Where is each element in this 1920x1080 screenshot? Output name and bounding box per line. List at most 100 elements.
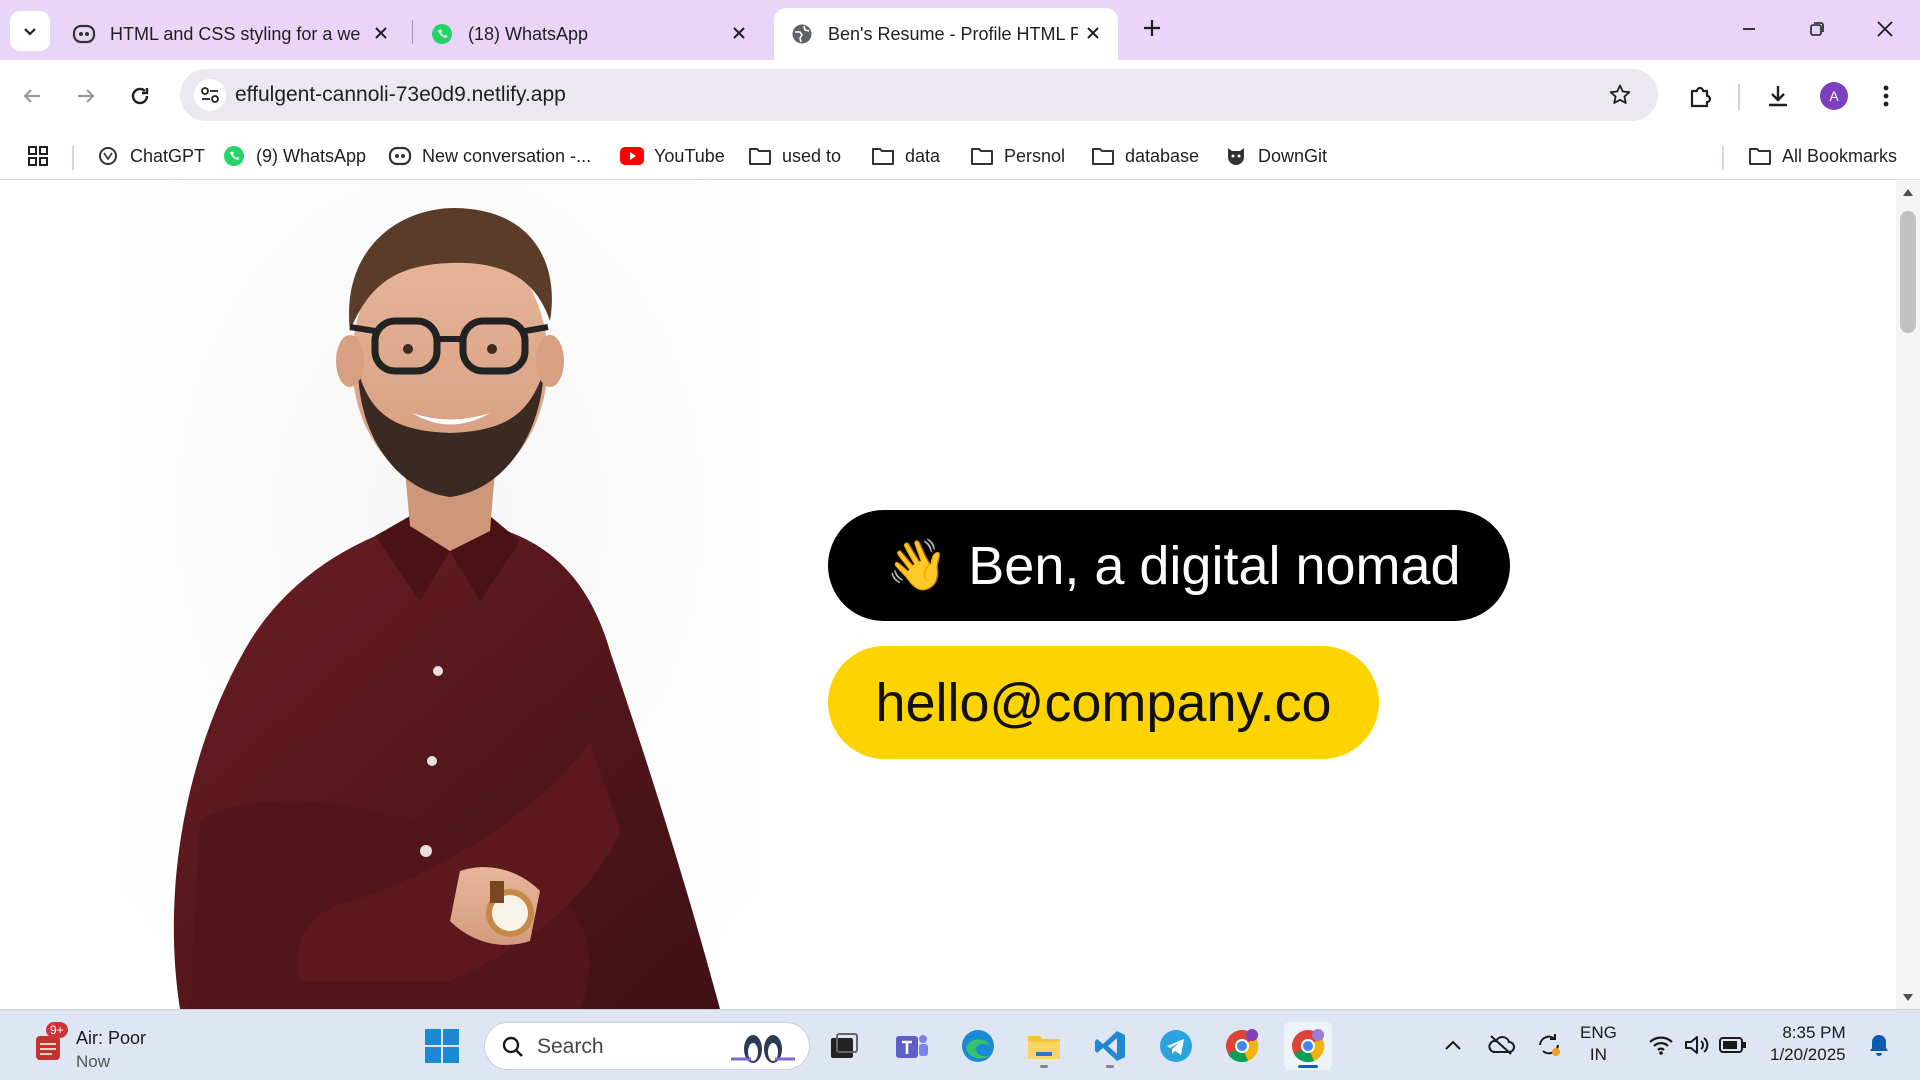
tab-search-button[interactable] bbox=[10, 11, 50, 51]
page-scrollbar[interactable] bbox=[1896, 181, 1920, 1009]
bookmark-new-conversation[interactable]: New conversation -... bbox=[388, 140, 591, 172]
start-button[interactable] bbox=[418, 1022, 466, 1070]
all-bookmarks-button[interactable]: All Bookmarks bbox=[1748, 140, 1897, 172]
folder-icon bbox=[871, 144, 895, 168]
scroll-down-arrow-icon[interactable] bbox=[1902, 993, 1914, 1003]
notifications-button[interactable] bbox=[1864, 1030, 1894, 1060]
puzzle-icon bbox=[1690, 86, 1712, 108]
bookmarks-separator bbox=[1722, 146, 1724, 170]
chevron-up-icon bbox=[1445, 1040, 1461, 1050]
task-view-button[interactable] bbox=[820, 1022, 868, 1070]
bookmark-label: All Bookmarks bbox=[1782, 145, 1898, 166]
close-window-button[interactable] bbox=[1870, 14, 1900, 44]
intro-pill: 👋 Ben, a digital nomad bbox=[828, 510, 1510, 621]
close-icon bbox=[1877, 21, 1893, 37]
scroll-thumb[interactable] bbox=[1900, 211, 1916, 333]
bookmarks-bar: ChatGPT (9) WhatsApp New conversation -.… bbox=[0, 132, 1920, 180]
new-tab-button[interactable] bbox=[1138, 14, 1166, 42]
windows-logo-icon bbox=[425, 1029, 459, 1063]
star-icon bbox=[1609, 84, 1631, 104]
battery-icon bbox=[1719, 1037, 1746, 1053]
download-icon bbox=[1769, 86, 1787, 107]
profile-avatar[interactable]: A bbox=[1820, 82, 1848, 110]
onedrive-tray[interactable] bbox=[1486, 1030, 1516, 1060]
bookmark-youtube[interactable]: YouTube bbox=[620, 140, 725, 172]
whatsapp-icon bbox=[222, 144, 246, 168]
bookmark-star-button[interactable] bbox=[1606, 81, 1634, 109]
plus-icon bbox=[1144, 20, 1160, 36]
bookmark-label: ChatGPT bbox=[130, 145, 206, 166]
minimize-icon bbox=[1743, 28, 1755, 30]
chrome-profile-app[interactable] bbox=[1218, 1022, 1266, 1070]
tab-whatsapp[interactable]: (18) WhatsApp bbox=[414, 8, 764, 60]
email-text[interactable]: hello@company.co bbox=[875, 672, 1331, 734]
back-button[interactable] bbox=[12, 76, 52, 116]
language-region: IN bbox=[1589, 1045, 1607, 1064]
address-bar[interactable]: effulgent-cannoli-73e0d9.netlify.app bbox=[180, 69, 1658, 121]
forward-button[interactable] bbox=[66, 76, 106, 116]
wifi-tray[interactable] bbox=[1646, 1030, 1676, 1060]
bookmark-folder-used-to[interactable]: used to bbox=[748, 140, 841, 172]
minimize-button[interactable] bbox=[1734, 14, 1764, 44]
browser-menu-button[interactable] bbox=[1866, 76, 1906, 116]
reload-button[interactable] bbox=[120, 76, 160, 116]
tab-html-css[interactable]: HTML and CSS styling for a web bbox=[56, 8, 406, 60]
youtube-icon bbox=[620, 144, 644, 168]
bookmark-label: DownGit bbox=[1258, 145, 1328, 166]
bookmark-folder-data[interactable]: data bbox=[871, 140, 940, 172]
weather-widget[interactable]: 9+ Air: Poor Now bbox=[28, 1020, 168, 1072]
penguins-highlight-icon bbox=[731, 1035, 795, 1063]
apps-grid-icon bbox=[26, 144, 50, 168]
sync-tray[interactable] bbox=[1534, 1030, 1564, 1060]
close-icon[interactable] bbox=[1082, 22, 1104, 44]
restore-button[interactable] bbox=[1802, 14, 1832, 44]
downloads-button[interactable] bbox=[1758, 76, 1798, 116]
taskbar-search[interactable]: Search bbox=[484, 1022, 810, 1070]
apps-button[interactable] bbox=[26, 140, 60, 172]
language-code: ENG bbox=[1580, 1023, 1617, 1042]
bookmark-chatgpt[interactable]: ChatGPT bbox=[96, 140, 205, 172]
copilot-icon bbox=[388, 144, 412, 168]
arrow-left-icon bbox=[23, 89, 40, 103]
close-icon[interactable] bbox=[370, 22, 392, 44]
scroll-up-arrow-icon[interactable] bbox=[1902, 187, 1914, 197]
tab-bens-resume[interactable]: Ben's Resume - Profile HTML Pa bbox=[774, 8, 1118, 60]
windows-taskbar: 9+ Air: Poor Now Search ENG IN 8:35 PM 1… bbox=[0, 1009, 1920, 1080]
teams-app[interactable] bbox=[888, 1022, 936, 1070]
bookmark-downgit[interactable]: DownGit bbox=[1224, 140, 1327, 172]
bookmark-label: YouTube bbox=[654, 145, 725, 166]
chrome-icon bbox=[1226, 1029, 1259, 1063]
speaker-icon bbox=[1685, 1036, 1709, 1054]
show-hidden-icons-button[interactable] bbox=[1438, 1030, 1468, 1060]
tab-separator bbox=[412, 20, 413, 44]
system-clock[interactable]: 8:35 PM 1/20/2025 bbox=[1770, 1022, 1846, 1066]
volume-tray[interactable] bbox=[1682, 1030, 1712, 1060]
edge-app[interactable] bbox=[954, 1022, 1002, 1070]
site-info-icon[interactable] bbox=[194, 79, 226, 111]
clock-date: 1/20/2025 bbox=[1770, 1045, 1846, 1064]
edge-icon bbox=[962, 1030, 994, 1062]
url-text[interactable]: effulgent-cannoli-73e0d9.netlify.app bbox=[235, 83, 566, 107]
battery-tray[interactable] bbox=[1718, 1030, 1748, 1060]
input-language[interactable]: ENG IN bbox=[1580, 1022, 1617, 1066]
file-explorer-app[interactable] bbox=[1020, 1022, 1068, 1070]
telegram-app[interactable] bbox=[1152, 1022, 1200, 1070]
whatsapp-icon bbox=[430, 22, 454, 46]
tab-title: Ben's Resume - Profile HTML Pa bbox=[828, 23, 1078, 44]
bookmark-folder-persnol[interactable]: Persnol bbox=[970, 140, 1065, 172]
waving-hand-icon: 👋 bbox=[886, 537, 949, 593]
bookmark-label: New conversation -... bbox=[422, 145, 592, 166]
profile-photo bbox=[120, 181, 760, 1009]
teams-icon bbox=[896, 1035, 928, 1058]
email-pill[interactable]: hello@company.co bbox=[828, 646, 1379, 759]
chrome-app[interactable] bbox=[1284, 1022, 1332, 1070]
extensions-button[interactable] bbox=[1680, 76, 1720, 116]
folder-icon bbox=[748, 144, 772, 168]
bookmark-label: used to bbox=[782, 145, 842, 166]
bookmark-whatsapp[interactable]: (9) WhatsApp bbox=[222, 140, 366, 172]
web-page: 👋 Ben, a digital nomad hello@company.co bbox=[0, 181, 1896, 1009]
bookmark-folder-database[interactable]: database bbox=[1091, 140, 1199, 172]
close-icon[interactable] bbox=[728, 22, 750, 44]
vscode-app[interactable] bbox=[1086, 1022, 1134, 1070]
notification-badge: 9+ bbox=[46, 1022, 68, 1038]
